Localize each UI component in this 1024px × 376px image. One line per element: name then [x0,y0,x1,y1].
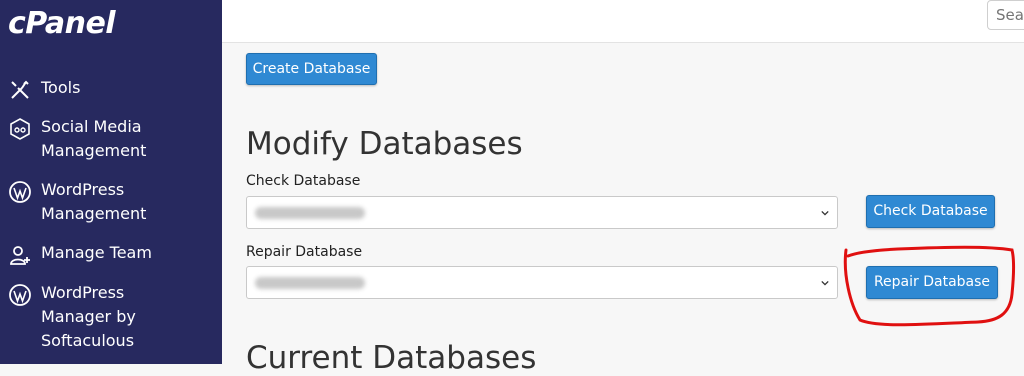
wordpress-icon [9,181,31,203]
sidebar-item-label: Social Media Management [41,117,147,160]
sidebar-item-tools[interactable]: Tools [8,76,213,102]
check-database-button[interactable]: Check Database [866,195,995,228]
chevron-down-icon [821,280,829,286]
repair-database-select[interactable] [246,266,838,299]
sidebar-item-wordpress-management[interactable]: WordPress Management [8,178,213,228]
sidebar-item-social-media[interactable]: Social Media Management [8,115,213,165]
sidebar-item-label: Tools [41,78,81,97]
sidebar-item-manage-team[interactable]: Manage Team [8,241,213,267]
top-bar [222,0,1024,43]
wordpress-icon [9,284,31,306]
redacted-value [255,277,365,289]
check-database-select[interactable] [246,196,838,229]
redacted-value [255,207,365,219]
search-input[interactable] [987,0,1024,30]
tools-icon [11,80,29,99]
modify-databases-heading: Modify Databases [246,126,523,162]
social-media-icon [10,118,30,140]
cpanel-logo[interactable]: cPanel [8,6,116,41]
sidebar-item-label: WordPress Manager by Softaculous [41,283,136,350]
team-icon [10,246,30,265]
sidebar-item-label: Manage Team [41,243,152,262]
sidebar-item-label: WordPress Management [41,180,147,223]
create-database-button[interactable]: Create Database [246,53,377,85]
sidebar: cPanel Tools Social Media Management Wor… [0,0,222,364]
repair-database-label: Repair Database [246,244,363,260]
current-databases-heading: Current Databases [246,340,537,376]
red-annotation-circle [843,245,1015,327]
check-database-label: Check Database [246,173,361,189]
sidebar-item-wordpress-manager-softaculous[interactable]: WordPress Manager by Softaculous [8,281,213,357]
chevron-down-icon [821,210,829,216]
